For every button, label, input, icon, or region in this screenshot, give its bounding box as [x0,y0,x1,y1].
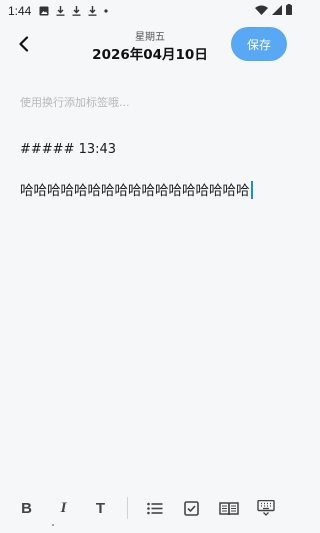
wifi-icon [255,5,268,18]
bullet-list-button[interactable] [136,488,173,528]
bullet-list-icon [146,502,162,514]
download-icon [56,6,65,16]
note-editor[interactable]: ##### 13:43 哈哈哈哈哈哈哈哈哈哈哈哈哈哈哈哈哈 [20,138,282,202]
status-time: 1:44 [8,4,32,18]
signal-icon [272,4,282,18]
text-caret [250,181,253,199]
checkbox-icon [184,500,199,516]
keyboard-hide-icon [256,500,275,516]
text-style-button[interactable]: T [82,488,119,528]
save-button[interactable]: 保存 [231,27,287,61]
bold-button[interactable]: B [8,488,45,528]
book-button[interactable] [210,488,247,528]
download-icon [72,6,81,16]
italic-button[interactable]: I [45,488,82,528]
page-indicator-dot [52,524,54,526]
keyboard-hide-button[interactable] [247,488,284,528]
book-icon [218,501,239,515]
bold-icon: B [21,499,32,517]
image-icon [39,6,49,16]
checkbox-button[interactable] [173,488,210,528]
body-text[interactable]: 哈哈哈哈哈哈哈哈哈哈哈哈哈哈哈哈哈 [20,183,250,199]
body-text-block[interactable]: 哈哈哈哈哈哈哈哈哈哈哈哈哈哈哈哈哈 [20,180,282,202]
download-icon [88,6,97,16]
battery-icon [286,4,292,18]
toolbar-divider [127,497,128,519]
format-toolbar: B I T [0,486,300,530]
tags-input[interactable] [20,92,280,112]
app-header: 星期五 2026年04月10日 保存 [0,22,300,72]
text-style-icon: T [95,499,106,517]
dot-icon [104,9,108,13]
heading-line[interactable]: ##### 13:43 [20,138,282,162]
italic-icon: I [60,499,67,516]
system-icons [255,4,292,18]
status-bar: 1:44 [0,0,300,22]
notification-icons [39,6,108,16]
